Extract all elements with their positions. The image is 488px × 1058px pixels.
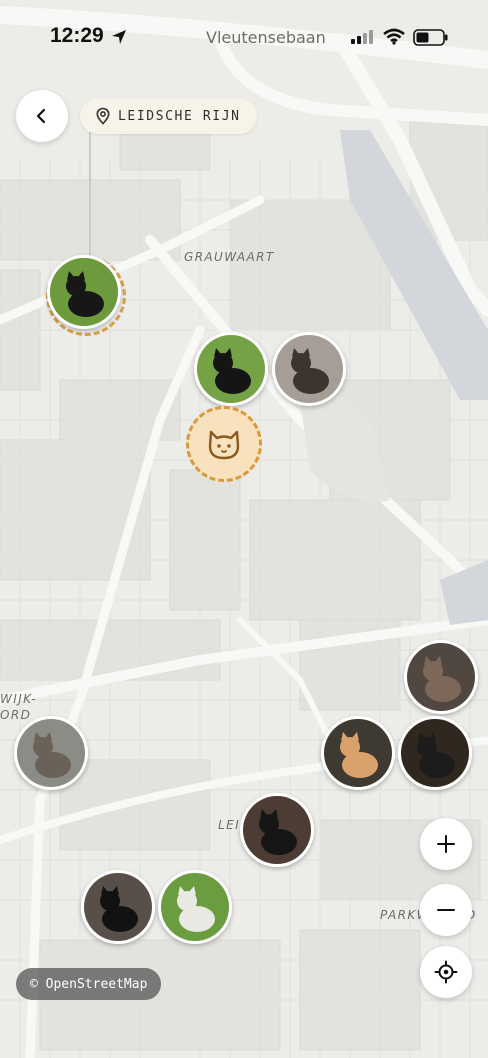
cat-marker[interactable] <box>272 332 346 406</box>
cat-photo <box>50 258 118 326</box>
wifi-icon <box>383 28 405 45</box>
cat-face-icon <box>208 430 240 460</box>
cat-photo <box>401 719 469 787</box>
cat-marker[interactable] <box>404 640 478 714</box>
cat-marker[interactable] <box>240 793 314 867</box>
cat-photo <box>84 873 152 941</box>
cat-photo <box>407 643 475 711</box>
back-button[interactable] <box>16 90 68 142</box>
map-label-wijk-top: WIJK- <box>0 692 37 706</box>
cat-photo <box>17 719 85 787</box>
cat-marker[interactable] <box>158 870 232 944</box>
cat-photo <box>275 335 343 403</box>
map-pin-icon <box>96 107 110 125</box>
map-label-lei: LEI <box>218 818 241 832</box>
cat-marker[interactable] <box>14 716 88 790</box>
minus-icon <box>437 909 455 911</box>
map-label-grauwaart: GRAUWAART <box>184 250 275 264</box>
map-attribution[interactable]: © OpenStreetMap <box>16 968 162 1000</box>
cat-photo <box>243 796 311 864</box>
cat-marker[interactable] <box>321 716 395 790</box>
map-canvas[interactable] <box>0 0 488 1058</box>
cat-marker[interactable] <box>194 332 268 406</box>
location-arrow-icon <box>112 30 126 44</box>
zoom-out-button[interactable] <box>420 884 472 936</box>
locate-button[interactable] <box>420 946 472 998</box>
battery-icon <box>413 29 448 46</box>
area-name: LEIDSCHE RIJN <box>118 108 241 124</box>
locate-crosshair-icon <box>434 960 458 984</box>
status-time: 12:29 <box>50 24 104 47</box>
cat-marker[interactable] <box>81 870 155 944</box>
cat-photo <box>197 335 265 403</box>
cat-photo <box>161 873 229 941</box>
user-location-marker[interactable] <box>186 406 262 482</box>
cat-marker[interactable] <box>398 716 472 790</box>
map-label-wijk-bottom: ORD <box>0 708 32 722</box>
zoom-in-button[interactable] <box>420 818 472 870</box>
cat-marker[interactable] <box>47 255 121 329</box>
chevron-left-icon <box>36 108 46 124</box>
street-label-vleutensebaan: Vleutensebaan <box>206 28 326 47</box>
plus-icon <box>437 835 455 853</box>
cat-photo <box>324 719 392 787</box>
cellular-signal-icon <box>351 30 373 44</box>
area-chip[interactable]: LEIDSCHE RIJN <box>80 98 257 134</box>
